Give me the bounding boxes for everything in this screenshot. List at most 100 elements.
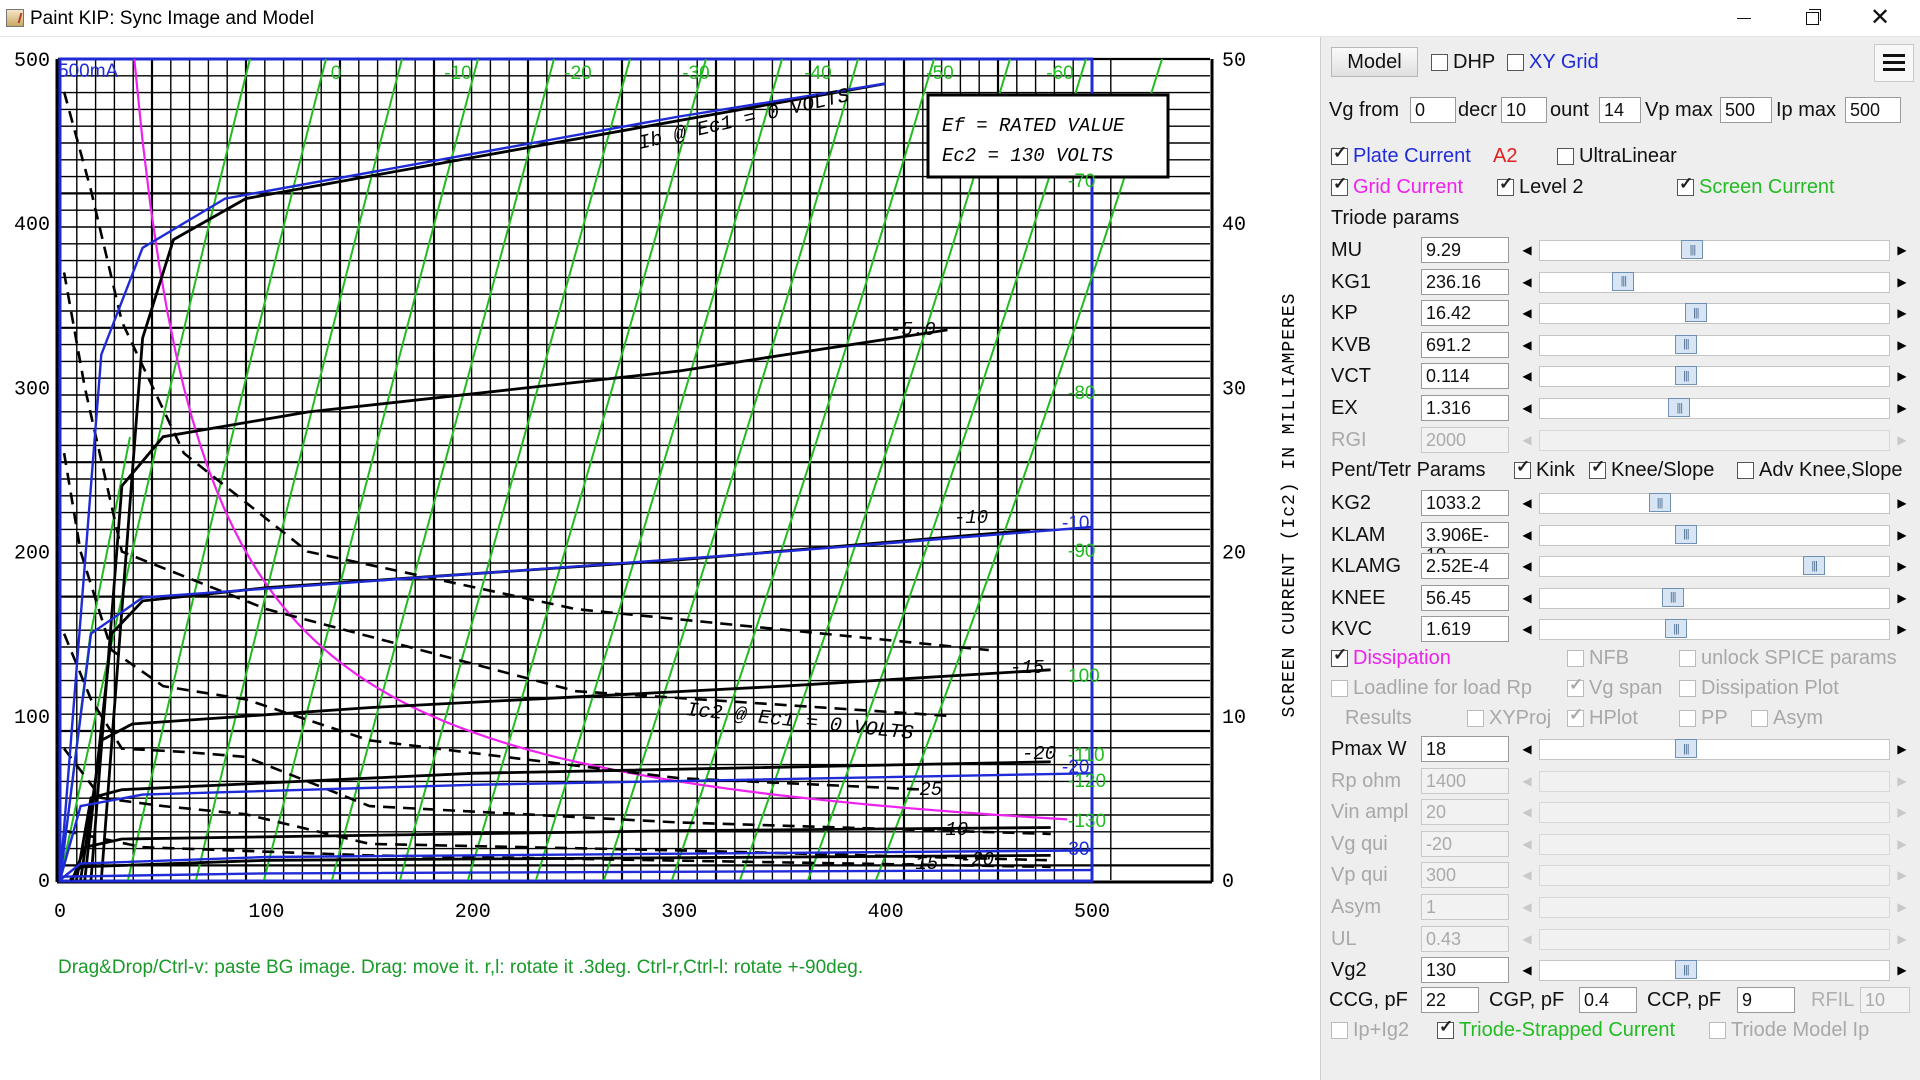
- kvc-slider[interactable]: ◀ ||| ▶: [1517, 616, 1912, 642]
- arrow-right-icon[interactable]: ▶: [1892, 300, 1912, 326]
- slider-track[interactable]: |||: [1539, 240, 1890, 261]
- arrow-right-icon[interactable]: ▶: [1892, 490, 1912, 516]
- slider-thumb[interactable]: |||: [1648, 493, 1671, 512]
- decr-input[interactable]: 10: [1501, 97, 1547, 123]
- vg2-slider[interactable]: ◀ ||| ▶: [1517, 957, 1912, 983]
- slider-thumb[interactable]: |||: [1661, 587, 1684, 607]
- pmax-w-slider[interactable]: ◀ ||| ▶: [1517, 736, 1912, 762]
- slider-track[interactable]: |||: [1539, 619, 1890, 641]
- arrow-right-icon[interactable]: ▶: [1892, 736, 1912, 762]
- vin-ampl-slider[interactable]: ◀ ▶: [1517, 799, 1912, 825]
- slider-thumb[interactable]: |||: [1665, 619, 1688, 639]
- unlock-spice-checkbox[interactable]: unlock SPICE params: [1679, 647, 1897, 670]
- minimize-button[interactable]: [1716, 0, 1772, 36]
- kvb-slider[interactable]: ◀ ||| ▶: [1517, 332, 1912, 358]
- ip-max-input[interactable]: 500: [1845, 97, 1901, 123]
- arrow-right-icon[interactable]: ▶: [1892, 585, 1912, 611]
- arrow-left-icon[interactable]: ◀: [1517, 522, 1537, 548]
- dhp-checkbox[interactable]: DHP: [1431, 51, 1495, 74]
- klam-slider[interactable]: ◀ ||| ▶: [1517, 522, 1912, 548]
- rp-ohm-slider[interactable]: ◀ ▶: [1517, 768, 1912, 794]
- asym-input[interactable]: 1: [1421, 894, 1509, 920]
- screen-current-checkbox[interactable]: Screen Current: [1677, 174, 1835, 199]
- xyproj-checkbox[interactable]: XYProj: [1467, 707, 1551, 730]
- loadline-checkbox[interactable]: Loadline for load Rp: [1331, 677, 1532, 700]
- slider-thumb[interactable]: |||: [1674, 366, 1697, 386]
- adv-knee-checkbox[interactable]: Adv Knee,Slope: [1737, 459, 1902, 482]
- slider-thumb[interactable]: |||: [1684, 303, 1707, 323]
- vct-input[interactable]: 0.114: [1421, 363, 1509, 390]
- kvb-input[interactable]: 691.2: [1421, 331, 1509, 358]
- slider-track[interactable]: [1539, 865, 1890, 887]
- model-button[interactable]: Model: [1331, 47, 1418, 77]
- slider-track[interactable]: |||: [1539, 524, 1890, 546]
- dissipation-checkbox[interactable]: Dissipation: [1331, 645, 1451, 670]
- arrow-left-icon[interactable]: ◀: [1517, 269, 1537, 295]
- arrow-left-icon[interactable]: ◀: [1517, 553, 1537, 579]
- slider-track[interactable]: |||: [1539, 587, 1890, 609]
- slider-track[interactable]: |||: [1539, 271, 1890, 293]
- arrow-right-icon[interactable]: ▶: [1892, 553, 1912, 579]
- slider-track[interactable]: [1539, 770, 1890, 792]
- arrow-left-icon[interactable]: ◀: [1517, 831, 1537, 857]
- slider-thumb[interactable]: |||: [1803, 556, 1826, 576]
- asym-slider[interactable]: ◀ ▶: [1517, 894, 1912, 920]
- kp-input[interactable]: 16.42: [1421, 300, 1509, 327]
- vg-from-input[interactable]: 0: [1410, 97, 1456, 123]
- cgp-input[interactable]: 0.4: [1579, 987, 1637, 1013]
- slider-track[interactable]: |||: [1539, 556, 1890, 578]
- nfb-checkbox[interactable]: NFB: [1567, 647, 1629, 670]
- vct-slider[interactable]: ◀ ||| ▶: [1517, 363, 1912, 389]
- arrow-left-icon[interactable]: ◀: [1517, 862, 1537, 888]
- arrow-right-icon[interactable]: ▶: [1892, 269, 1912, 295]
- mu-slider[interactable]: ◀ ||| ▶: [1517, 237, 1912, 263]
- count-input[interactable]: 14: [1599, 97, 1641, 123]
- kg2-slider[interactable]: ◀ ||| ▶: [1517, 490, 1912, 516]
- arrow-left-icon[interactable]: ◀: [1517, 894, 1537, 920]
- klamg-slider[interactable]: ◀ ||| ▶: [1517, 553, 1912, 579]
- slider-thumb[interactable]: |||: [1674, 960, 1697, 980]
- slider-track[interactable]: |||: [1539, 493, 1890, 514]
- slider-thumb[interactable]: |||: [1674, 739, 1697, 758]
- kvc-input[interactable]: 1.619: [1421, 616, 1509, 643]
- arrow-right-icon[interactable]: ▶: [1892, 926, 1912, 952]
- slider-track[interactable]: |||: [1539, 398, 1890, 419]
- ul-slider[interactable]: ◀ ▶: [1517, 926, 1912, 952]
- slider-thumb[interactable]: |||: [1674, 334, 1697, 354]
- arrow-left-icon[interactable]: ◀: [1517, 768, 1537, 794]
- ccg-input[interactable]: 22: [1421, 987, 1479, 1013]
- arrow-right-icon[interactable]: ▶: [1892, 363, 1912, 389]
- arrow-left-icon[interactable]: ◀: [1517, 237, 1537, 263]
- slider-track[interactable]: [1539, 928, 1890, 950]
- arrow-left-icon[interactable]: ◀: [1517, 957, 1537, 983]
- knee-slider[interactable]: ◀ ||| ▶: [1517, 585, 1912, 611]
- restore-button[interactable]: [1784, 0, 1840, 36]
- triode-strapped-checkbox[interactable]: Triode-Strapped Current: [1437, 1017, 1675, 1042]
- asym-checkbox[interactable]: Asym: [1751, 707, 1823, 730]
- slider-track[interactable]: [1539, 897, 1890, 918]
- knee-slope-checkbox[interactable]: Knee/Slope: [1589, 457, 1714, 482]
- arrow-right-icon[interactable]: ▶: [1892, 522, 1912, 548]
- vp-qui-input[interactable]: 300: [1421, 862, 1509, 889]
- arrow-left-icon[interactable]: ◀: [1517, 300, 1537, 326]
- arrow-right-icon[interactable]: ▶: [1892, 237, 1912, 263]
- grid-current-checkbox[interactable]: Grid Current: [1331, 174, 1463, 199]
- level2-checkbox[interactable]: Level 2: [1497, 174, 1584, 199]
- slider-thumb[interactable]: |||: [1674, 524, 1697, 544]
- slider-track[interactable]: |||: [1539, 366, 1890, 388]
- klam-input[interactable]: 3.906E-10: [1421, 521, 1509, 565]
- arrow-right-icon[interactable]: ▶: [1892, 768, 1912, 794]
- vg-qui-input[interactable]: -20: [1421, 830, 1509, 857]
- slider-track[interactable]: [1539, 833, 1890, 855]
- close-button[interactable]: ✕: [1852, 0, 1908, 36]
- pmax-w-input[interactable]: 18: [1421, 736, 1509, 762]
- ex-slider[interactable]: ◀ ||| ▶: [1517, 395, 1912, 421]
- knee-input[interactable]: 56.45: [1421, 584, 1509, 611]
- ccp-input[interactable]: 9: [1737, 987, 1795, 1013]
- arrow-right-icon[interactable]: ▶: [1892, 862, 1912, 888]
- kg1-slider[interactable]: ◀ ||| ▶: [1517, 269, 1912, 295]
- arrow-left-icon[interactable]: ◀: [1517, 926, 1537, 952]
- arrow-right-icon[interactable]: ▶: [1892, 395, 1912, 421]
- vin-ampl-input[interactable]: 20: [1421, 799, 1509, 826]
- ip-ig2-checkbox[interactable]: Ip+Ig2: [1331, 1019, 1409, 1042]
